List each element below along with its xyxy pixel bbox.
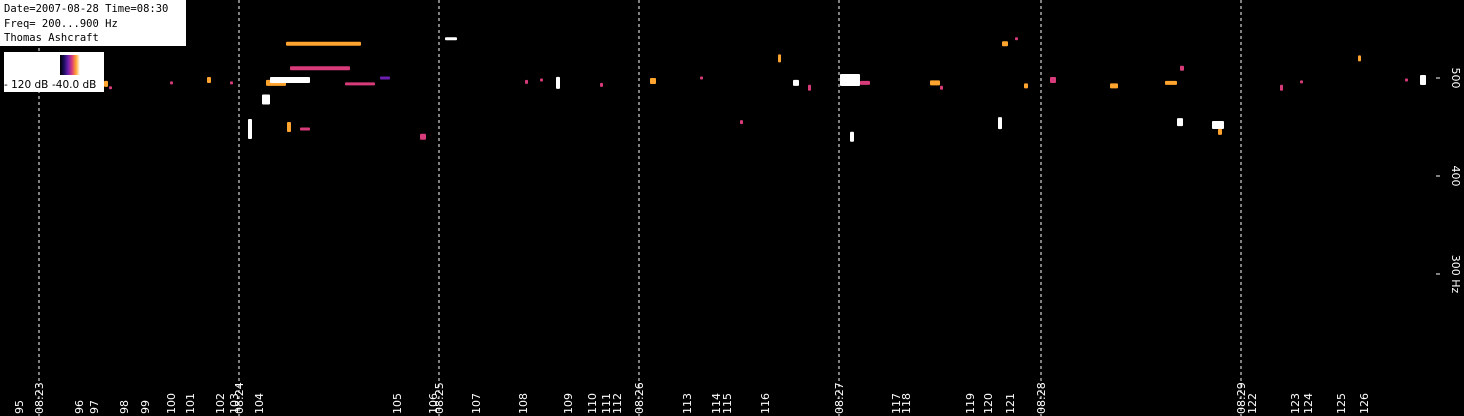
signal-mark (793, 79, 799, 86)
event-label: 110 (586, 393, 599, 414)
color-gradient (60, 55, 80, 75)
event-label: 115 (721, 393, 734, 414)
y-axis-labels: 300 Hz400500600700800 (1436, 68, 1462, 294)
event-label: 98 (118, 400, 131, 414)
event-label: 113 (681, 393, 694, 414)
event-label: 105 (391, 393, 404, 414)
signal-mark (300, 127, 310, 131)
event-label: 106 (427, 393, 440, 414)
time-marker-label: 08:26 (633, 382, 646, 414)
signal-mark (940, 85, 943, 90)
event-label: 97 (88, 400, 101, 414)
signal-mark (1177, 118, 1183, 127)
spectrogram: 08:23 08:24 08:25 08:26 08:27 08:28 08:2995 96 9… (13, 0, 1462, 416)
event-label: 125 (1335, 393, 1348, 414)
signal-mark (700, 76, 703, 80)
signal-mark (540, 78, 543, 82)
signal-mark (808, 84, 811, 91)
signal-mark (287, 122, 291, 132)
signal-mark (445, 37, 457, 41)
signal-mark (1050, 76, 1056, 83)
y-tick-label: 500 (1449, 68, 1462, 89)
max-db-label: -40.0 dB (52, 78, 104, 92)
signal-mark (778, 54, 781, 63)
signal-mark (248, 118, 252, 139)
y-tick-label: 300 Hz (1449, 255, 1462, 294)
signal-mark (1358, 55, 1361, 62)
signal-mark (850, 131, 854, 142)
signal-mark (840, 73, 860, 86)
signal-mark (1002, 41, 1008, 47)
y-tick-label: 400 (1449, 166, 1462, 187)
event-label: 95 (13, 400, 26, 414)
event-label: 124 (1302, 393, 1315, 414)
time-marker-label: 08:27 (833, 382, 846, 414)
event-label: 102 (214, 393, 227, 414)
signal-mark (1110, 83, 1118, 89)
signal-mark (650, 77, 656, 84)
signal-mark (1405, 78, 1408, 82)
signal-mark (380, 76, 390, 80)
signal-mark (1300, 80, 1303, 84)
event-labels: 08:23 08:24 08:25 08:26 08:27 08:28 08:2995 96 9… (13, 382, 1371, 414)
color-bar (4, 52, 104, 78)
event-label: 116 (759, 393, 772, 414)
signal-mark (207, 76, 211, 83)
event-label: 122 (1246, 393, 1259, 414)
min-db-label: - 120 dB (4, 78, 53, 92)
event-label: 123 (1289, 393, 1302, 414)
event-label: 99 (139, 400, 152, 414)
signal-mark (270, 76, 310, 83)
info-box: Date=2007-08-28 Time=08:30 Freq= 200...9… (0, 0, 186, 46)
signal-mark (420, 133, 426, 140)
event-label: 109 (562, 393, 575, 414)
signal-mark (930, 80, 940, 86)
frequency-range-text: Freq= 200...900 Hz (4, 17, 118, 30)
signal-mark (1165, 80, 1177, 85)
signal-mark (1180, 65, 1184, 71)
date-time-text: Date=2007-08-28 Time=08:30 (4, 3, 169, 15)
event-label: 119 (964, 393, 977, 414)
event-label: 118 (900, 393, 913, 414)
event-label: 107 (470, 393, 483, 414)
event-label: 108 (517, 393, 530, 414)
signal-mark (860, 80, 870, 85)
event-label: 112 (611, 393, 624, 414)
signal-mark (1280, 84, 1283, 91)
event-label: 104 (253, 393, 266, 414)
signal-mark (170, 81, 173, 85)
signal-mark (1212, 121, 1224, 130)
signal-mark (600, 82, 603, 87)
signal-mark (556, 76, 560, 89)
event-label: 120 (982, 393, 995, 414)
minute-gridlines (38, 0, 1242, 416)
event-label: 103 (228, 393, 241, 414)
time-marker-label: 08:23 (33, 382, 46, 414)
signal-mark (262, 94, 270, 105)
signal-mark (1420, 74, 1426, 85)
signal-mark (109, 86, 112, 90)
signal-marks (55, 37, 1426, 142)
event-label: 101 (184, 393, 197, 414)
signal-mark (525, 79, 528, 84)
signal-mark (345, 82, 375, 86)
event-label: 96 (73, 400, 86, 414)
signal-mark (998, 117, 1002, 130)
signal-mark (1218, 128, 1222, 135)
signal-mark (290, 66, 350, 71)
signal-mark (230, 81, 233, 85)
signal-mark (286, 41, 361, 46)
event-label: 126 (1358, 393, 1371, 414)
signal-mark (104, 80, 108, 87)
event-label: 121 (1004, 393, 1017, 414)
event-label: 100 (165, 393, 178, 414)
author-text: Thomas Ashcraft (4, 32, 99, 44)
time-marker-label: 08:28 (1035, 382, 1048, 414)
color-scale-legend: - 120 dB -40.0 dB (4, 52, 104, 92)
signal-mark (1024, 83, 1028, 89)
signal-mark (740, 120, 743, 125)
signal-mark (1015, 37, 1018, 41)
